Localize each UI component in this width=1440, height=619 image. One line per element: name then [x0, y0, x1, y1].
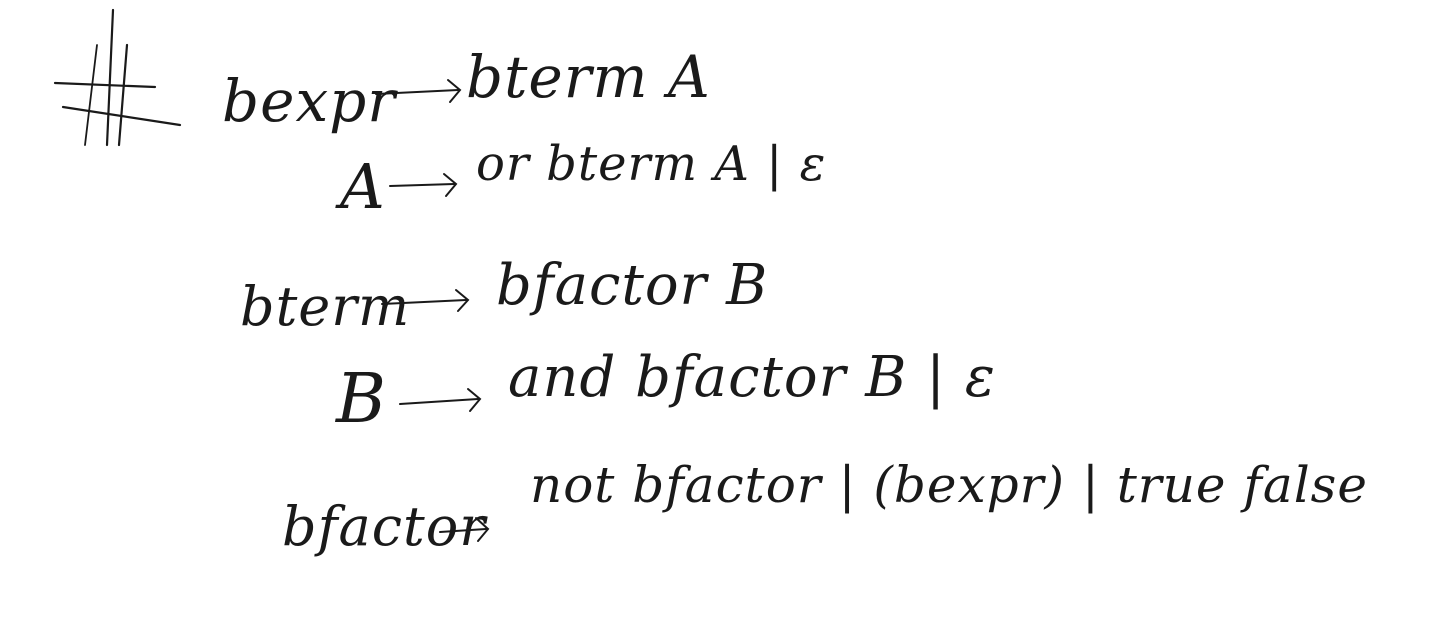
- rule-1-rhs: bterm A: [466, 43, 711, 111]
- hash-marker-icon: [53, 8, 182, 147]
- rule-4-lhs: B: [336, 360, 387, 439]
- handwriting-canvas: # bexpr → bterm A A → or bterm A | ε bte…: [0, 0, 1440, 619]
- rule-2-lhs: A: [340, 150, 386, 223]
- rule-2-rhs: or bterm A | ε: [476, 136, 827, 192]
- rule-1-lhs: bexpr: [222, 67, 397, 135]
- rule-2-arrow-icon: [389, 173, 458, 197]
- rule-3-rhs: bfactor B: [496, 253, 769, 318]
- rule-1-arrow-icon: [375, 79, 462, 103]
- rule-3-arrow-icon: [381, 289, 470, 312]
- rule-4-rhs: and bfactor B | ε: [508, 345, 996, 410]
- rule-5-arrow-icon: [439, 517, 490, 542]
- rule-4-arrow-icon: [399, 388, 482, 412]
- rule-5-rhs: not bfactor | (bexpr) | true false: [530, 456, 1368, 514]
